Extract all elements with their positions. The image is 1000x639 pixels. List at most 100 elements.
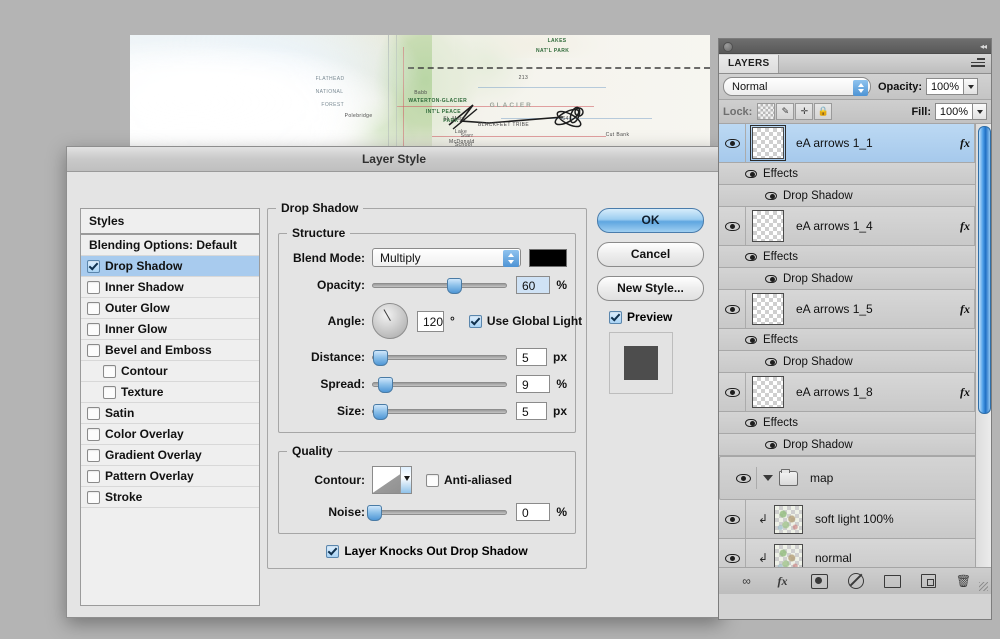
layer-fx-icon[interactable]: fx <box>960 219 974 234</box>
visibility-eye-icon[interactable] <box>765 440 777 449</box>
style-row-inner-shadow[interactable]: Inner Shadow <box>81 277 259 298</box>
angle-dial[interactable] <box>372 303 408 339</box>
visibility-eye-icon[interactable] <box>735 473 751 483</box>
visibility-toggle[interactable] <box>719 207 746 245</box>
layer-thumbnail[interactable] <box>774 504 803 534</box>
document-canvas[interactable]: LAKES NAT'L PARK FLATHEAD NATIONAL FOREST WAT… <box>130 35 710 150</box>
shadow-color-swatch[interactable] <box>528 248 567 267</box>
effect-row[interactable]: Drop Shadow <box>719 268 991 290</box>
visibility-eye-icon[interactable] <box>724 221 740 231</box>
layer-name[interactable]: eA arrows 1_8 <box>796 385 873 399</box>
size-input[interactable]: 5 <box>516 402 547 420</box>
style-row-drop-shadow[interactable]: Drop Shadow <box>81 256 259 277</box>
layer-row[interactable]: eA arrows 1_1 fx <box>719 124 991 163</box>
styles-list-panel[interactable]: Styles Blending Options: Default Drop Sha… <box>80 208 260 606</box>
new-style-button[interactable]: New Style... <box>597 276 704 301</box>
panel-close-icon[interactable] <box>723 42 733 52</box>
visibility-toggle[interactable] <box>719 500 746 538</box>
opacity-input[interactable]: 60 <box>516 276 551 294</box>
style-checkbox[interactable] <box>87 259 100 273</box>
collapse-icon[interactable]: ◂◂ <box>980 42 987 51</box>
style-row-stroke[interactable]: Stroke <box>81 487 259 508</box>
visibility-eye-icon[interactable] <box>724 387 740 397</box>
effects-row[interactable]: Effects <box>719 329 991 351</box>
add-mask-icon[interactable] <box>810 573 828 589</box>
style-row-contour[interactable]: Contour <box>81 361 259 382</box>
spread-slider-knob[interactable] <box>378 377 394 393</box>
style-checkbox[interactable] <box>87 448 100 462</box>
cancel-button[interactable]: Cancel <box>597 242 704 267</box>
effects-row[interactable]: Effects <box>719 412 991 434</box>
style-checkbox[interactable] <box>103 385 116 399</box>
style-row-satin[interactable]: Satin <box>81 403 259 424</box>
opacity-slider-knob[interactable] <box>447 278 462 294</box>
tab-layers[interactable]: LAYERS <box>719 54 780 73</box>
layers-scrollbar-thumb[interactable] <box>978 126 991 414</box>
style-row-texture[interactable]: Texture <box>81 382 259 403</box>
distance-slider[interactable] <box>372 350 507 366</box>
link-layers-icon[interactable]: ∞ <box>739 574 755 589</box>
visibility-toggle[interactable] <box>719 539 746 567</box>
style-checkbox[interactable] <box>87 406 100 420</box>
panel-resize-handle[interactable] <box>979 582 988 591</box>
layer-thumbnail[interactable] <box>752 210 784 242</box>
style-checkbox[interactable] <box>103 364 116 378</box>
size-slider-knob[interactable] <box>372 404 388 420</box>
style-checkbox[interactable] <box>87 301 100 315</box>
opacity-dropdown-icon[interactable] <box>964 78 979 95</box>
use-global-light-row[interactable]: Use Global Light <box>468 314 582 328</box>
panel-menu-icon[interactable] <box>971 58 985 69</box>
visibility-eye-icon[interactable] <box>724 553 740 563</box>
lock-transparency-icon[interactable] <box>757 103 776 120</box>
add-fx-icon[interactable]: fx <box>775 574 791 589</box>
layer-fx-icon[interactable]: fx <box>960 385 974 400</box>
visibility-toggle[interactable] <box>719 124 746 162</box>
effects-label[interactable]: Effects <box>763 251 798 263</box>
size-slider[interactable] <box>372 404 507 420</box>
layer-name[interactable]: eA arrows 1_1 <box>796 136 873 150</box>
blend-mode-select[interactable]: Multiply <box>372 248 521 267</box>
noise-slider-knob[interactable] <box>367 505 383 521</box>
visibility-eye-icon[interactable] <box>745 252 757 261</box>
style-checkbox[interactable] <box>87 322 100 336</box>
layer-blend-mode-select[interactable]: Normal <box>723 77 871 96</box>
style-row-bevel-and-emboss[interactable]: Bevel and Emboss <box>81 340 259 361</box>
noise-input[interactable]: 0 <box>516 503 551 521</box>
visibility-eye-icon[interactable] <box>724 138 740 148</box>
lock-position-icon[interactable]: ✛ <box>795 103 814 120</box>
new-layer-icon[interactable] <box>920 574 936 588</box>
visibility-eye-icon[interactable] <box>765 357 777 366</box>
noise-slider[interactable] <box>367 505 507 521</box>
layer-thumbnail[interactable] <box>752 293 784 325</box>
layer-opacity-input[interactable]: 100% <box>926 78 965 95</box>
style-row-outer-glow[interactable]: Outer Glow <box>81 298 259 319</box>
panel-titlebar[interactable]: ◂◂ <box>719 39 991 54</box>
preview-checkbox[interactable] <box>609 310 622 324</box>
delete-layer-icon[interactable]: 🗑 <box>956 574 972 589</box>
layers-scrollbar[interactable] <box>975 124 991 567</box>
contour-preset-picker[interactable] <box>372 466 412 494</box>
layer-rows[interactable]: eA arrows 1_1 fx Effects Drop Shadow eA arro… <box>719 124 991 567</box>
layer-fx-icon[interactable]: fx <box>960 302 974 317</box>
style-checkbox[interactable] <box>87 490 100 504</box>
visibility-eye-icon[interactable] <box>724 304 740 314</box>
visibility-eye-icon[interactable] <box>724 514 740 524</box>
visibility-eye-icon[interactable] <box>745 418 757 427</box>
effect-row[interactable]: Drop Shadow <box>719 434 991 456</box>
style-row-color-overlay[interactable]: Color Overlay <box>81 424 259 445</box>
new-group-icon[interactable] <box>883 574 901 588</box>
visibility-eye-icon[interactable] <box>765 274 777 283</box>
layer-group-row[interactable]: map <box>719 456 991 500</box>
layer-group-name[interactable]: map <box>810 471 833 485</box>
layer-name[interactable]: soft light 100% <box>815 512 894 526</box>
visibility-eye-icon[interactable] <box>745 335 757 344</box>
effect-row[interactable]: Drop Shadow <box>719 185 991 207</box>
layer-row[interactable]: eA arrows 1_4 fx <box>719 207 991 246</box>
angle-input[interactable]: 120 <box>417 310 445 332</box>
layer-row[interactable]: ↳ soft light 100% <box>719 500 991 539</box>
visibility-eye-icon[interactable] <box>745 169 757 178</box>
effects-row[interactable]: Effects <box>719 246 991 268</box>
panel-tabs[interactable]: LAYERS <box>719 54 991 74</box>
style-checkbox[interactable] <box>87 469 100 483</box>
spread-slider[interactable] <box>372 377 507 393</box>
